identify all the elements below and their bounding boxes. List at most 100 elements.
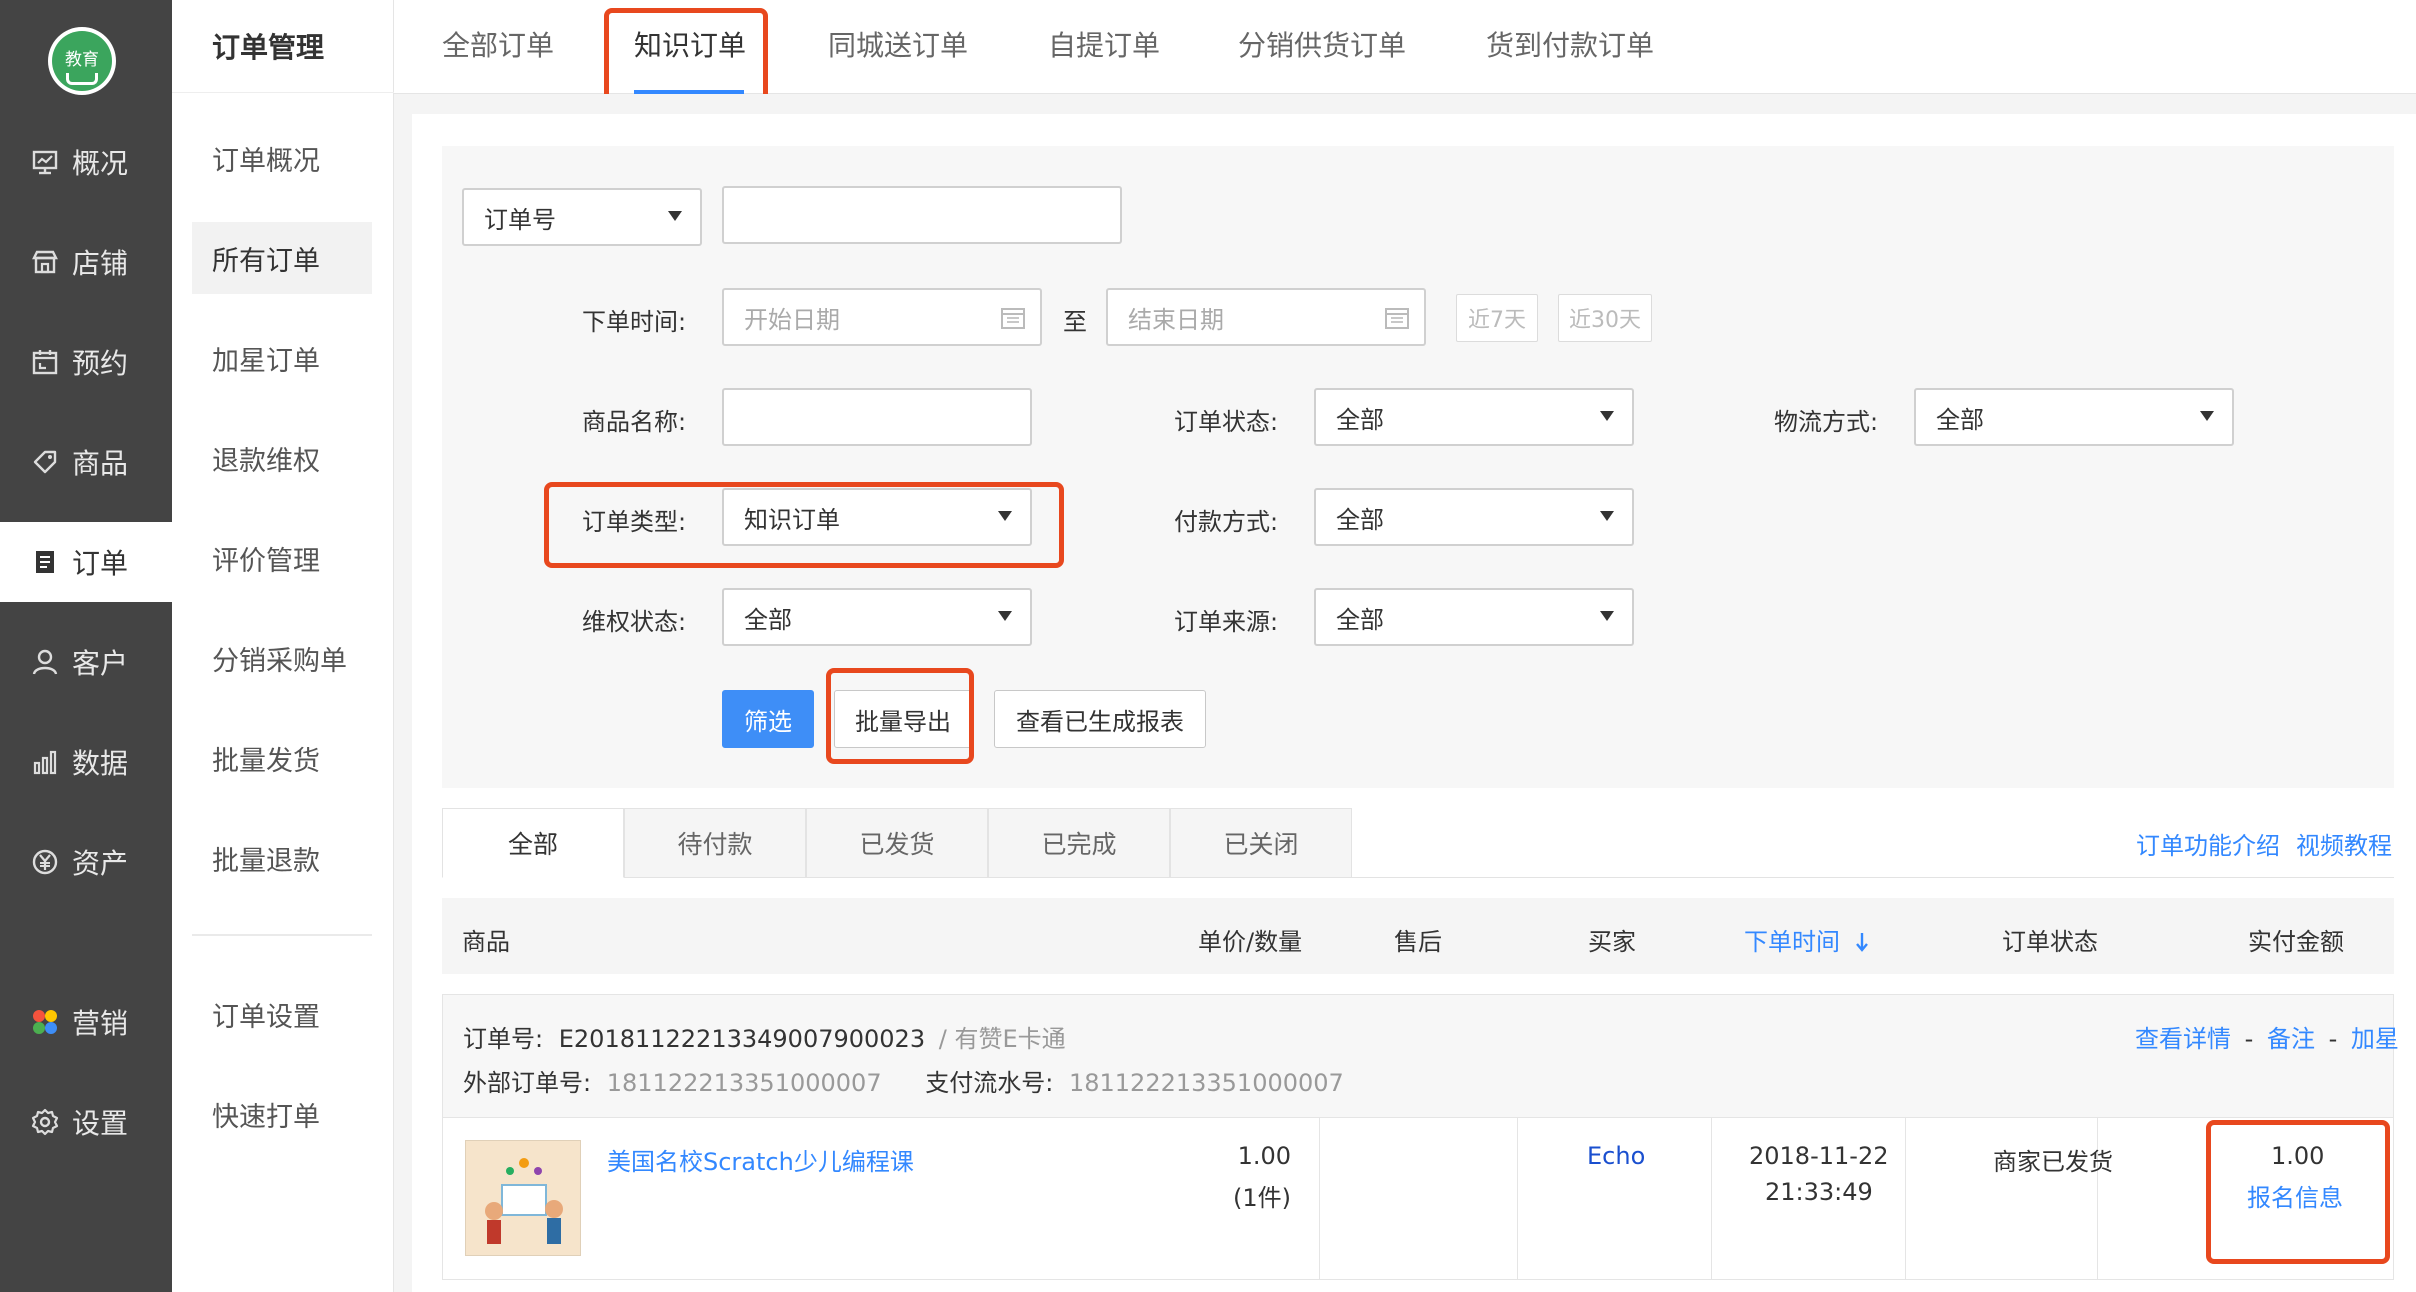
sidebar-item-orders[interactable]: 订单 [0,522,172,602]
last-30-days-button[interactable]: 近30天 [1558,294,1652,342]
chevron-down-icon [2200,411,2214,421]
order-status-select[interactable]: 全部 [1314,388,1634,446]
submenu-item-overview[interactable]: 订单概况 [192,122,372,194]
sidebar-item-data[interactable]: 数据 [0,722,172,802]
external-number-line: 外部订单号: 181122213351000007 支付流水号: 1811222… [463,1063,1344,1098]
submenu-item-order-settings[interactable]: 订单设置 [192,978,372,1050]
view-reports-button[interactable]: 查看已生成报表 [994,690,1206,748]
external-order-value: 181122213351000007 [606,1069,882,1097]
tab-cash-on-delivery[interactable]: 货到付款订单 [1486,24,1654,64]
sidebar-item-label: 数据 [72,747,129,780]
product-thumbnail[interactable] [465,1140,581,1256]
buyer-link[interactable]: Echo [1587,1142,1645,1170]
status-tab-pending-payment[interactable]: 待付款 [624,808,806,878]
view-detail-link[interactable]: 查看详情 [2135,1025,2231,1053]
last-7-days-button[interactable]: 近7天 [1456,294,1538,342]
order-status: 商家已发货 [1993,1148,2113,1176]
tab-knowledge-orders[interactable]: 知识订单 [634,24,746,64]
rights-status-value: 全部 [744,605,792,634]
submenu-item-refunds[interactable]: 退款维权 [192,422,372,494]
order-source-value: 全部 [1336,605,1384,634]
order-number-input[interactable] [722,186,1122,244]
submenu-item-starred[interactable]: 加星订单 [192,322,372,394]
logistics-value: 全部 [1936,405,1984,434]
status-tab-shipped[interactable]: 已发货 [806,808,988,878]
order-intro-link[interactable]: 订单功能介绍 [2136,826,2280,861]
logistics-select[interactable]: 全部 [1914,388,2234,446]
tab-distribution-supply[interactable]: 分销供货订单 [1238,24,1406,64]
sidebar-item-marketing[interactable]: 营销 [0,982,172,1062]
product-illustration [466,1141,580,1255]
order-source-label: 订单来源: [1174,608,1279,636]
header-order-time-sort[interactable]: 下单时间 [1744,922,1870,957]
sidebar-item-label: 资产 [72,847,129,880]
tab-all-orders[interactable]: 全部订单 [442,24,554,64]
product-name-input[interactable] [722,388,1032,446]
product-title-link[interactable]: 美国名校Scratch少儿编程课 [607,1142,914,1177]
order-type-select[interactable]: 知识订单 [722,488,1032,546]
payment-method-select[interactable]: 全部 [1314,488,1634,546]
order-type-value: 知识订单 [744,505,840,534]
tab-self-pickup[interactable]: 自提订单 [1048,24,1160,64]
sidebar-item-settings[interactable]: 设置 [0,1082,172,1162]
main-sidebar: 教育 概况 店铺 预约 商品 订单 客户 数据 资产 营销 设置 [0,0,172,1292]
sidebar-item-customers[interactable]: 客户 [0,622,172,702]
action-separator: - [2244,1025,2254,1053]
header-buyer: 买家 [1588,928,1636,956]
status-tab-completed[interactable]: 已完成 [988,808,1170,878]
remark-link[interactable]: 备注 [2267,1025,2315,1053]
external-order-label: 外部订单号: [463,1069,592,1097]
submenu-item-bulk-refund[interactable]: 批量退款 [192,822,372,894]
sidebar-item-label: 商品 [72,447,129,480]
chevron-down-icon [998,611,1012,621]
calendar-icon [1001,308,1025,329]
order-date: 2018-11-22 [1749,1142,1889,1170]
end-date-input[interactable]: 结束日期 [1106,288,1426,346]
tag-icon [30,447,60,477]
status-tab-closed[interactable]: 已关闭 [1170,808,1352,878]
store-icon [30,247,60,277]
add-star-link[interactable]: 加星 [2351,1025,2399,1053]
signup-info-link[interactable]: 报名信息 [2247,1178,2343,1213]
payment-method-value: 全部 [1336,505,1384,534]
sidebar-item-assets[interactable]: 资产 [0,822,172,902]
sidebar-item-appointment[interactable]: 预约 [0,322,172,402]
order-source-select[interactable]: 全部 [1314,588,1634,646]
order-time: 21:33:49 [1765,1178,1873,1206]
user-icon [30,647,60,677]
sidebar-item-products[interactable]: 商品 [0,422,172,502]
end-date-placeholder: 结束日期 [1128,305,1224,334]
header-price-qty: 单价/数量 [1198,928,1303,956]
sidebar-item-label: 营销 [72,1007,129,1040]
order-type-label: 订单类型: [582,508,687,536]
status-tab-all[interactable]: 全部 [442,808,624,878]
order-actions: 查看详情 - 备注 - 加星 [2135,1019,2399,1054]
sidebar-item-overview[interactable]: 概况 [0,122,172,202]
book-icon [66,73,98,85]
bulk-export-button[interactable]: 批量导出 [834,690,972,748]
table-header: 商品 单价/数量 售后 买家 下单时间 订单状态 实付金额 [442,898,2394,974]
sidebar-item-label: 设置 [72,1107,129,1140]
header-paid-amount: 实付金额 [2248,928,2344,956]
search-type-select[interactable]: 订单号 [462,188,702,246]
header-after-sale: 售后 [1394,928,1442,956]
tab-local-delivery[interactable]: 同城送订单 [828,24,968,64]
submenu-item-distribution[interactable]: 分销采购单 [192,622,372,694]
sort-arrow-down-icon [1855,933,1868,952]
video-tutorial-link[interactable]: 视频教程 [2296,826,2392,861]
column-divider [1711,1118,1712,1280]
submenu-item-all-orders[interactable]: 所有订单 [192,222,372,294]
submenu-item-reviews[interactable]: 评价管理 [192,522,372,594]
search-type-value: 订单号 [484,205,556,234]
order-status-value: 全部 [1336,405,1384,434]
submenu-divider [192,934,372,936]
sidebar-item-store[interactable]: 店铺 [0,222,172,302]
sidebar-item-label: 预约 [72,347,129,380]
submenu-item-quick-print[interactable]: 快速打单 [192,1078,372,1150]
shop-logo[interactable]: 教育 [48,27,116,95]
submenu-item-bulk-ship[interactable]: 批量发货 [192,722,372,794]
unit-price: 1.00 [1237,1142,1291,1170]
filter-button[interactable]: 筛选 [722,690,814,748]
rights-status-select[interactable]: 全部 [722,588,1032,646]
start-date-input[interactable]: 开始日期 [722,288,1042,346]
